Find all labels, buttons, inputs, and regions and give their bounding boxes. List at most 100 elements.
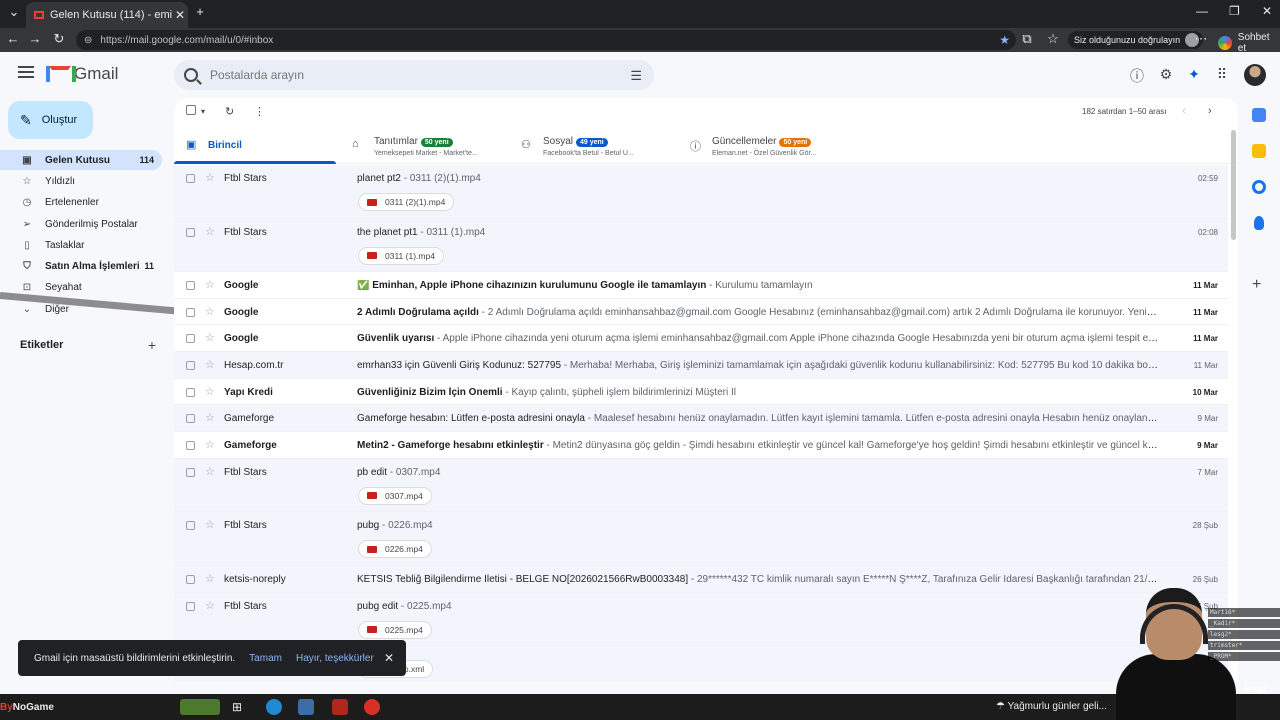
star-icon[interactable]: ☆ [205, 465, 215, 478]
star-icon[interactable]: ☆ [205, 438, 215, 451]
game-icon[interactable] [332, 699, 348, 715]
star-icon[interactable]: ☆ [205, 225, 215, 238]
attachment-chip[interactable]: 0311 (1).mp4 [358, 246, 444, 265]
reload-icon[interactable]: ↻ [50, 31, 68, 47]
tab-promotions[interactable]: ⌂ Tanıtımlar 50 yeni Yemeksepeti Market -… [340, 128, 506, 164]
edge-icon[interactable] [266, 699, 282, 715]
window-close-icon[interactable]: ✕ [1262, 4, 1272, 18]
search-options-icon[interactable]: ☰ [630, 68, 642, 84]
contacts-icon[interactable] [1254, 216, 1264, 230]
row-checkbox[interactable] [186, 281, 195, 290]
tasks-icon[interactable] [1252, 180, 1266, 194]
row-checkbox[interactable] [186, 441, 195, 451]
search-icon[interactable] [184, 68, 198, 82]
widget-icon[interactable] [180, 699, 220, 715]
add-addon-icon[interactable]: + [1252, 276, 1261, 294]
site-info-icon[interactable]: ⊜ [84, 35, 92, 46]
row-checkbox[interactable] [186, 574, 195, 584]
attachment-chip[interactable]: 0225.mp4 [358, 620, 432, 639]
row-checkbox[interactable] [186, 414, 195, 424]
attachment-chip[interactable]: 0307.mp4 [358, 486, 432, 505]
tab-social[interactable]: ⚇ Sosyal 49 yeni Facebook'ta Betul - Betu… [509, 128, 677, 164]
select-options-icon[interactable]: ▾ [201, 107, 205, 116]
select-all-checkbox[interactable] [186, 105, 196, 118]
email-row[interactable]: ☆ Google ✅ Eminhan, Apple iPhone cihazınız… [174, 272, 1228, 299]
tab-primary[interactable]: ▣ Birincil [174, 128, 336, 164]
prev-page-icon[interactable]: ‹ [1182, 105, 1186, 117]
tab-search-icon[interactable]: ⌄ [4, 4, 24, 20]
new-tab-icon[interactable]: + [190, 4, 210, 19]
calendar-icon[interactable] [1252, 108, 1266, 122]
tab-close-icon[interactable]: ✕ [172, 8, 188, 22]
account-avatar[interactable] [1244, 64, 1266, 86]
gemini-icon[interactable]: ✦ [1185, 66, 1203, 83]
sidebar-item-starred[interactable]: ☆ Yıldızlı [0, 171, 162, 191]
next-page-icon[interactable]: › [1208, 105, 1212, 117]
refresh-icon[interactable]: ↻ [225, 105, 234, 118]
email-row[interactable]: ☆ Ftbl Stars pubg - 0226.mp4 28 Şub 0226.mp4 [174, 512, 1228, 566]
row-checkbox[interactable] [186, 467, 195, 477]
star-icon[interactable]: ☆ [205, 278, 215, 291]
snackbar-close-icon[interactable]: ✕ [384, 651, 394, 665]
task-view-icon[interactable]: ⊞ [232, 700, 248, 716]
row-checkbox[interactable] [186, 601, 195, 611]
sidebar-item-drafts[interactable]: ▯ Taslaklar [0, 235, 162, 255]
add-label-icon[interactable]: + [148, 337, 156, 353]
app-icon[interactable] [298, 699, 314, 715]
obs-icon[interactable] [364, 699, 380, 715]
email-row[interactable]: ☆ Google Güvenlik uyarısı - Apple iPhone c… [174, 325, 1228, 353]
star-icon[interactable]: ☆ [205, 385, 215, 398]
compose-button[interactable]: ✎ Oluştur [8, 101, 93, 139]
email-row[interactable]: ☆ Ftbl Stars pubg edit - 0225.mp4 25 Şub 022… [174, 592, 1228, 646]
snackbar-ok-button[interactable]: Tamam [249, 653, 282, 664]
extensions-icon[interactable]: ⧉ [1018, 31, 1036, 47]
favorites-icon[interactable]: ☆ [1044, 31, 1062, 47]
list-scrollbar[interactable] [1231, 130, 1236, 240]
search-input[interactable] [210, 68, 610, 82]
email-row[interactable]: ☆ Gameforge Metin2 - Gameforge hesabını et… [174, 432, 1228, 459]
sidebar-item-purchases[interactable]: ⛉ Satın Alma İşlemleri 11 [0, 256, 162, 276]
verify-identity-chip[interactable]: Siz olduğunuzu doğrulayın [1068, 31, 1204, 49]
row-checkbox[interactable] [186, 227, 195, 237]
email-row[interactable]: ☆ Ftbl Stars pb edit - 0307.mp4 7 Mar 0307.m… [174, 458, 1228, 513]
sidebar-item-sent[interactable]: ➢ Gönderilmiş Postalar [0, 214, 162, 234]
bookmark-star-icon[interactable]: ★ [999, 33, 1010, 47]
row-checkbox[interactable] [186, 174, 195, 183]
row-checkbox[interactable] [186, 361, 195, 371]
email-row[interactable]: ☆ Google 2 Adımlı Doğrulama açıldı - 2 Adı… [174, 298, 1228, 326]
tab-updates[interactable]: ⓘ Güncellemeler 50 yeni Eleman.net - Özel… [678, 128, 848, 164]
star-icon[interactable]: ☆ [205, 572, 215, 585]
star-icon[interactable]: ☆ [205, 599, 215, 612]
star-icon[interactable]: ☆ [205, 171, 215, 184]
copilot-chat-button[interactable]: Sohbet et [1218, 32, 1280, 54]
forward-icon[interactable]: → [26, 31, 44, 46]
row-checkbox[interactable] [186, 387, 195, 397]
row-checkbox[interactable] [186, 307, 195, 317]
star-icon[interactable]: ☆ [205, 331, 215, 344]
apps-grid-icon[interactable]: ⠿ [1213, 66, 1231, 83]
keep-icon[interactable] [1252, 144, 1266, 158]
star-icon[interactable]: ☆ [205, 358, 215, 371]
more-menu-icon[interactable]: ⋯ [1192, 31, 1210, 47]
sidebar-item-inbox[interactable]: ▣ Gelen Kutusu 114 [0, 150, 162, 170]
email-row[interactable]: ☆ Yapı Kredi Güvenliğiniz Bizim İçin Öneml… [174, 378, 1228, 406]
help-icon[interactable]: ⓘ [1128, 66, 1146, 86]
email-row[interactable]: ☆ Hesap.com.tr emrhan33 için Güvenli Giriş… [174, 352, 1228, 379]
settings-gear-icon[interactable]: ⚙ [1157, 66, 1175, 83]
more-actions-icon[interactable]: ⋮ [254, 105, 265, 118]
minimize-icon[interactable]: — [1196, 4, 1208, 18]
browser-tab-gmail[interactable]: Gelen Kutusu (114) - eminhansahb ✕ [26, 2, 188, 28]
gmail-logo[interactable]: Gmail [46, 64, 118, 84]
row-checkbox[interactable] [186, 334, 195, 344]
sidebar-item-snoozed[interactable]: ◷ Ertelenenler [0, 192, 162, 212]
maximize-icon[interactable]: ❐ [1229, 4, 1240, 18]
main-menu-icon[interactable] [18, 66, 34, 81]
star-icon[interactable]: ☆ [205, 411, 215, 424]
email-row[interactable]: ☆ Gameforge Gameforge hesabın: Lütfen e-po… [174, 405, 1228, 433]
url-field[interactable]: ⊜ https://mail.google.com/mail/u/0/#inbo… [76, 30, 1016, 50]
star-icon[interactable]: ☆ [205, 518, 215, 531]
email-row[interactable]: ☆ Ftbl Stars the planet pt1 - 0311 (1).mp4… [174, 218, 1228, 272]
attachment-chip[interactable]: 0226.mp4 [358, 540, 432, 559]
star-icon[interactable]: ☆ [205, 305, 215, 318]
row-checkbox[interactable] [186, 521, 195, 531]
